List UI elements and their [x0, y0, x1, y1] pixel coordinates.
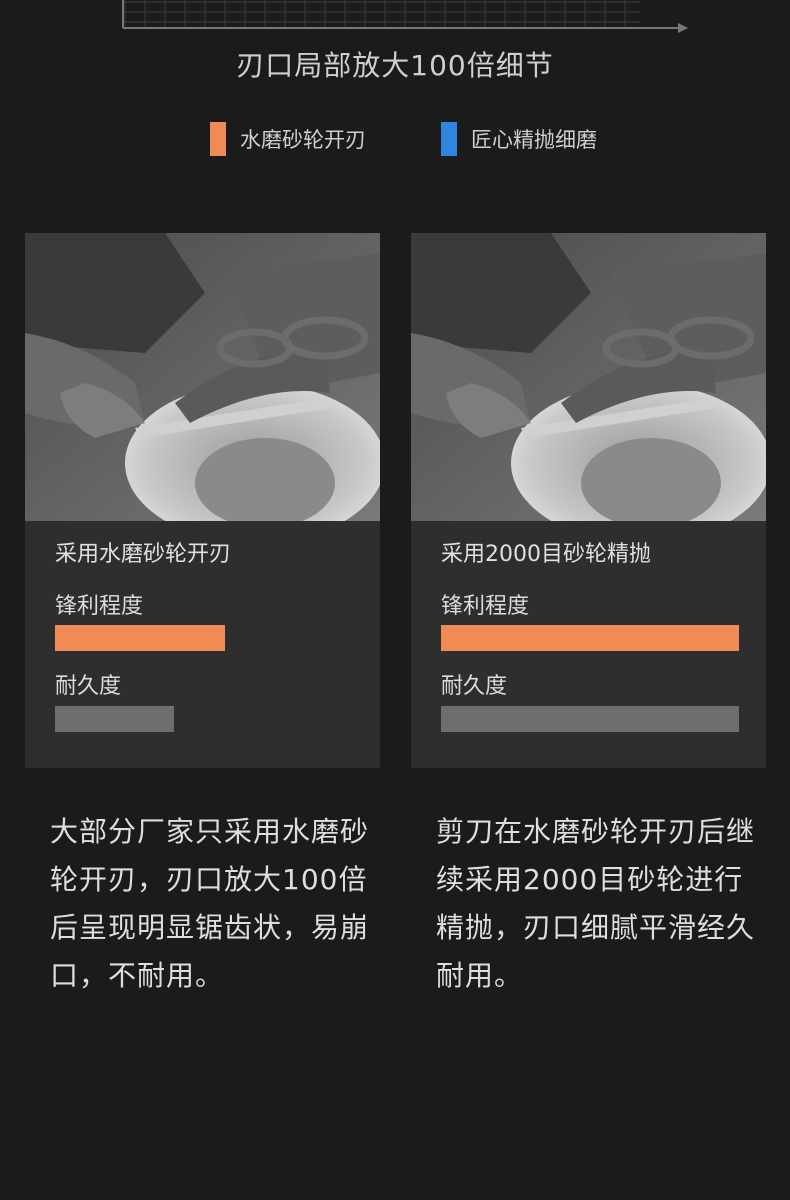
legend-label: 匠心精抛细磨: [471, 128, 597, 152]
sharpness-bar: [55, 625, 353, 651]
legend-label: 水磨砂轮开刃: [240, 128, 366, 152]
grid-chart-fragment: [122, 0, 688, 33]
grinding-scissors-photo: [25, 233, 380, 521]
description-grinding: 大部分厂家只采用水磨砂轮开刃，刃口放大100倍后呈现明显锯齿状，易崩口，不耐用。: [50, 815, 370, 992]
durability-label: 耐久度: [441, 674, 508, 699]
sharpness-bar: [441, 625, 739, 651]
legend-swatch-blue: [441, 122, 457, 156]
durability-bar: [441, 706, 739, 732]
grinding-scissors-photo: [411, 233, 766, 521]
method-label: 采用2000目砂轮精抛: [441, 542, 651, 567]
legend: 水磨砂轮开刃 匠心精抛细磨: [0, 122, 790, 162]
legend-item-polishing: 匠心精抛细磨: [441, 122, 597, 156]
durability-bar-fill: [441, 706, 739, 732]
sharpness-label: 锋利程度: [441, 594, 530, 619]
method-label: 采用水磨砂轮开刃: [55, 542, 232, 567]
legend-swatch-orange: [210, 122, 226, 156]
sharpness-bar-fill: [441, 625, 739, 651]
page-heading: 刃口局部放大100倍细节: [236, 49, 554, 82]
comparison-card-polishing: 采用2000目砂轮精抛 锋利程度 耐久度: [411, 233, 766, 768]
sharpness-label: 锋利程度: [55, 594, 144, 619]
durability-label: 耐久度: [55, 674, 122, 699]
description-polishing: 剪刀在水磨砂轮开刃后继续采用2000目砂轮进行精抛，刃口细腻平滑经久耐用。: [436, 815, 756, 992]
comparison-card-grinding: 采用水磨砂轮开刃 锋利程度 耐久度: [25, 233, 380, 768]
legend-item-grinding: 水磨砂轮开刃: [210, 122, 366, 156]
durability-bar: [55, 706, 353, 732]
sharpness-bar-fill: [55, 625, 225, 651]
durability-bar-fill: [55, 706, 175, 732]
